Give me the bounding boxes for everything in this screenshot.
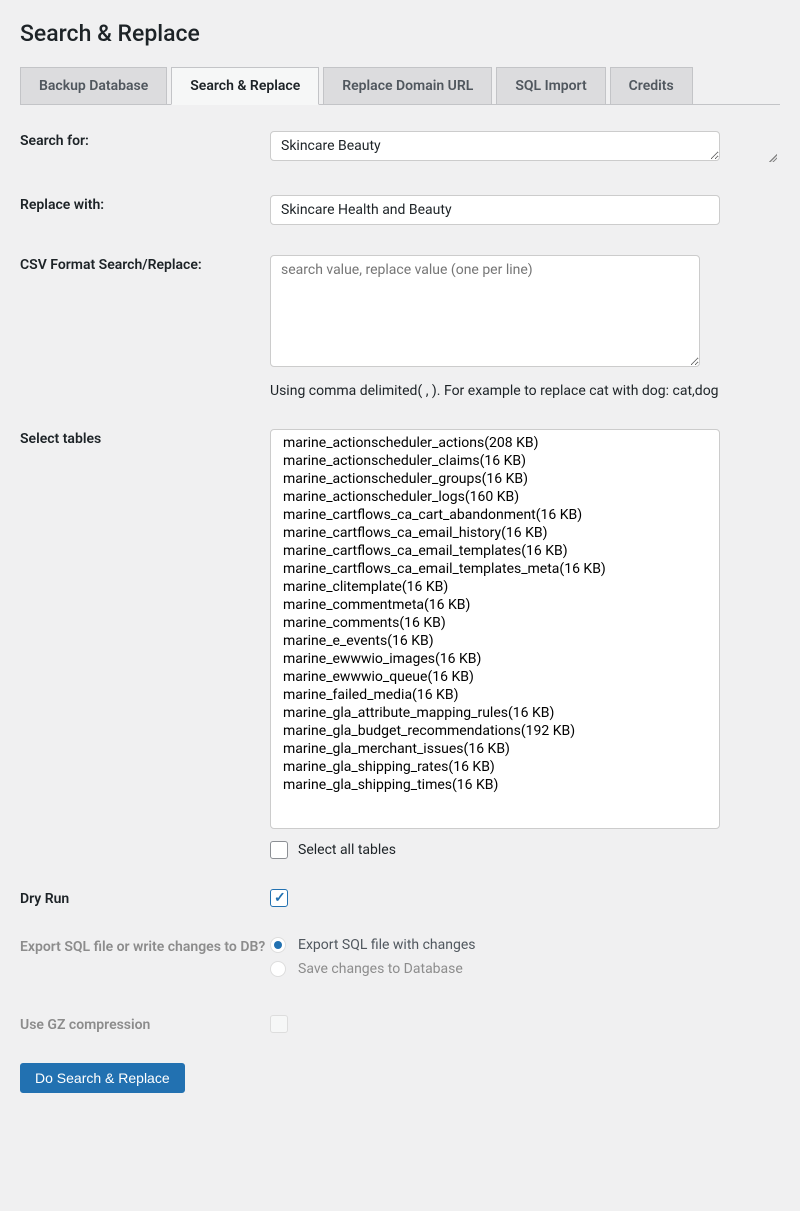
tab-search-replace[interactable]: Search & Replace — [171, 67, 319, 105]
table-option[interactable]: marine_cartflows_ca_cart_abandonment(16 … — [275, 506, 715, 524]
select-all-tables-checkbox[interactable] — [270, 841, 288, 859]
csv-label: CSV Format Search/Replace: — [20, 257, 202, 273]
table-option[interactable]: marine_cartflows_ca_email_history(16 KB) — [275, 524, 715, 542]
save-to-db-label: Save changes to Database — [298, 961, 463, 977]
table-option[interactable]: marine_gla_attribute_mapping_rules(16 KB… — [275, 704, 715, 722]
table-option[interactable]: marine_cartflows_ca_email_templates_meta… — [275, 560, 715, 578]
select-tables-label: Select tables — [20, 431, 101, 447]
table-option[interactable]: marine_failed_media(16 KB) — [275, 686, 715, 704]
gz-label: Use GZ compression — [20, 1017, 150, 1033]
dry-run-checkbox[interactable] — [270, 889, 288, 907]
tab-sql-import[interactable]: SQL Import — [496, 67, 605, 104]
csv-help-text: Using comma delimited( , ). For example … — [270, 383, 780, 399]
tab-backup-database[interactable]: Backup Database — [20, 67, 167, 104]
table-option[interactable]: marine_gla_shipping_times(16 KB) — [275, 776, 715, 794]
table-option[interactable]: marine_actionscheduler_logs(160 KB) — [275, 488, 715, 506]
export-sql-radio[interactable] — [270, 937, 286, 953]
table-option[interactable]: marine_gla_shipping_rates(16 KB) — [275, 758, 715, 776]
table-option[interactable]: marine_actionscheduler_actions(208 KB) — [275, 434, 715, 452]
table-option[interactable]: marine_ewwwio_queue(16 KB) — [275, 668, 715, 686]
table-option[interactable]: marine_actionscheduler_groups(16 KB) — [275, 470, 715, 488]
export-sql-label: Export SQL file with changes — [298, 937, 476, 953]
table-option[interactable]: marine_e_events(16 KB) — [275, 632, 715, 650]
csv-textarea[interactable] — [270, 255, 700, 367]
replace-with-input[interactable] — [270, 195, 720, 225]
replace-with-label: Replace with: — [20, 197, 104, 213]
table-option[interactable]: marine_actionscheduler_claims(16 KB) — [275, 452, 715, 470]
tab-credits[interactable]: Credits — [610, 67, 693, 104]
table-option[interactable]: marine_cartflows_ca_email_templates(16 K… — [275, 542, 715, 560]
table-option[interactable]: marine_gla_budget_recommendations(192 KB… — [275, 722, 715, 740]
table-option[interactable]: marine_commentmeta(16 KB) — [275, 596, 715, 614]
export-label: Export SQL file or write changes to DB? — [20, 939, 265, 955]
select-all-tables-label: Select all tables — [298, 842, 396, 858]
table-option[interactable]: marine_comments(16 KB) — [275, 614, 715, 632]
table-option[interactable]: marine_ewwwio_images(16 KB) — [275, 650, 715, 668]
save-to-db-radio[interactable] — [270, 961, 286, 977]
page-title: Search & Replace — [20, 20, 780, 47]
gz-checkbox[interactable] — [270, 1015, 288, 1033]
search-for-label: Search for: — [20, 133, 89, 149]
table-option[interactable]: marine_clitemplate(16 KB) — [275, 578, 715, 596]
search-for-input[interactable]: Skincare Beauty — [270, 131, 720, 161]
table-option[interactable]: marine_gla_merchant_issues(16 KB) — [275, 740, 715, 758]
tabs-bar: Backup Database Search & Replace Replace… — [20, 67, 780, 105]
dry-run-label: Dry Run — [20, 891, 69, 907]
tab-replace-domain-url[interactable]: Replace Domain URL — [323, 67, 492, 104]
do-search-replace-button[interactable]: Do Search & Replace — [20, 1063, 185, 1093]
select-tables-list[interactable]: marine_actionscheduler_actions(208 KB)ma… — [270, 429, 720, 829]
